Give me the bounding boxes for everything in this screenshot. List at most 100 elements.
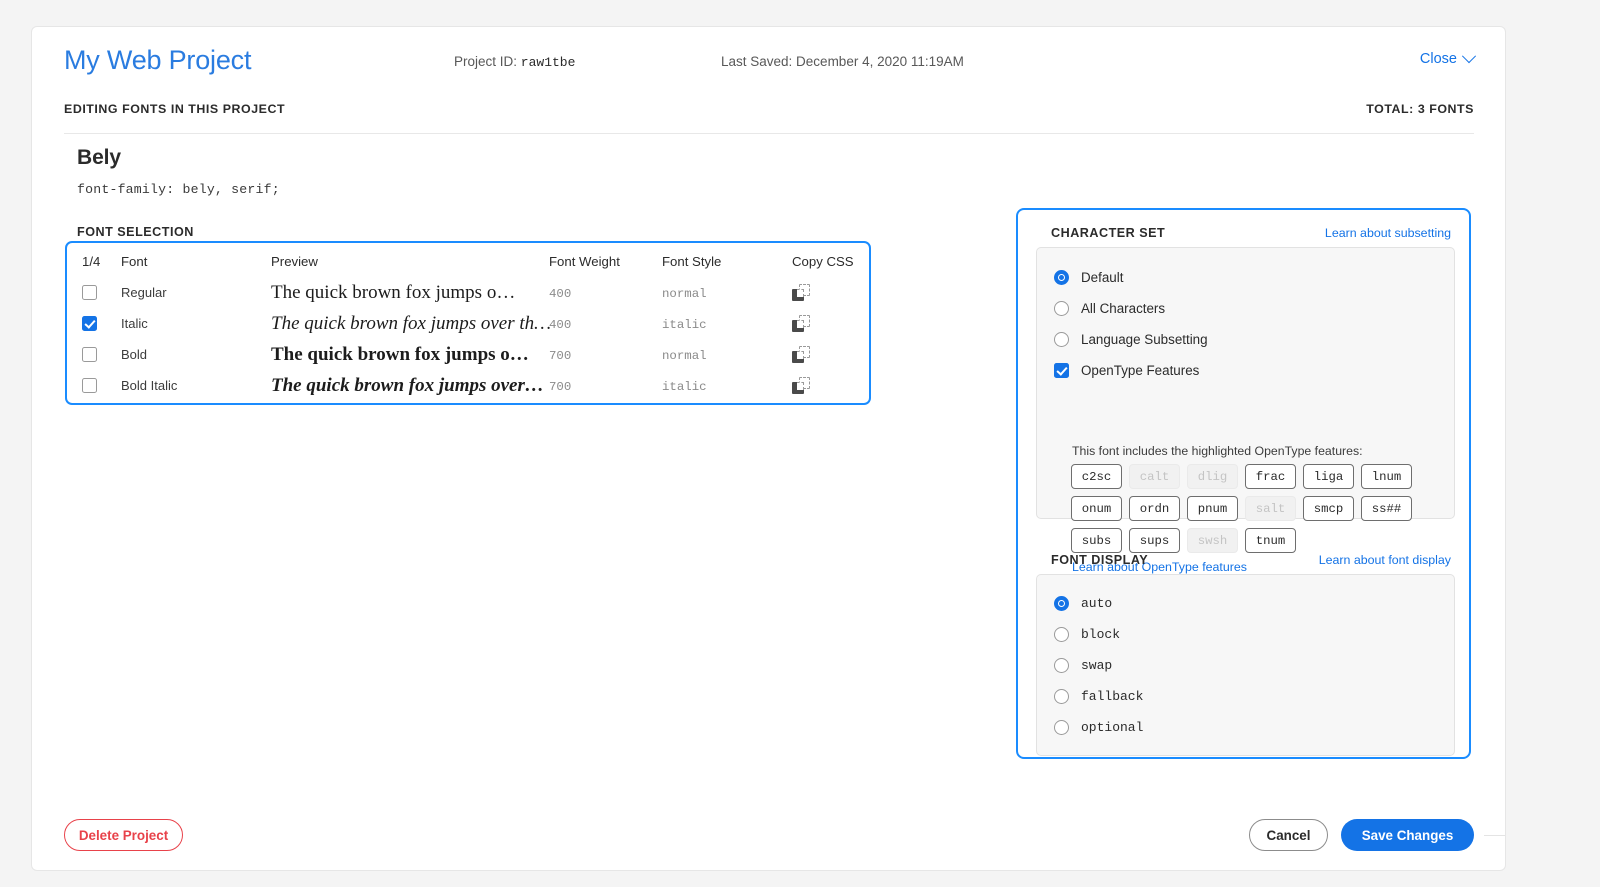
radio-icon xyxy=(1054,270,1069,285)
table-row: Bold The quick brown fox jumps o… 700 no… xyxy=(67,339,869,370)
display-option-fallback[interactable]: fallback xyxy=(1054,681,1143,712)
row-style: italic xyxy=(662,379,707,394)
row-checkbox-regular[interactable] xyxy=(82,285,97,300)
row-weight: 700 xyxy=(549,348,572,363)
row-weight: 700 xyxy=(549,379,572,394)
col-preview: Preview xyxy=(271,253,318,269)
table-row: Bold Italic The quick brown fox jumps ov… xyxy=(67,370,869,401)
settings-panel: CHARACTER SET Learn about subsetting Def… xyxy=(1016,208,1471,759)
option-label: fallback xyxy=(1081,689,1144,704)
total-fonts-label: TOTAL: 3 FONTS xyxy=(1366,102,1474,116)
radio-icon xyxy=(1054,658,1069,673)
col-copy-css: Copy CSS xyxy=(792,253,854,269)
project-id: Project ID: raw1tbe xyxy=(454,54,575,70)
row-preview: The quick brown fox jumps over… xyxy=(271,374,544,396)
editing-fonts-label: EDITING FONTS IN THIS PROJECT xyxy=(64,102,286,116)
opentype-tag[interactable]: c2sc xyxy=(1071,464,1122,489)
opentype-tag[interactable]: tnum xyxy=(1245,528,1296,553)
radio-icon xyxy=(1054,627,1069,642)
table-header-row: 1/4 Font Preview Font Weight Font Style … xyxy=(67,243,869,277)
opentype-tag[interactable]: liga xyxy=(1303,464,1354,489)
row-weight: 400 xyxy=(549,317,572,332)
opentype-tag[interactable]: dlig xyxy=(1187,464,1238,489)
opentype-tag[interactable]: swsh xyxy=(1187,528,1238,553)
display-option-block[interactable]: block xyxy=(1054,619,1143,650)
table-row: Regular The quick brown fox jumps o… 400… xyxy=(67,277,869,308)
option-label: All Characters xyxy=(1081,301,1166,316)
display-option-optional[interactable]: optional xyxy=(1054,712,1143,743)
opentype-tag[interactable]: smcp xyxy=(1303,496,1354,521)
row-preview: The quick brown fox jumps over th… xyxy=(271,312,552,334)
save-changes-button[interactable]: Save Changes xyxy=(1341,819,1474,851)
copy-css-icon[interactable] xyxy=(792,284,810,301)
option-all-characters[interactable]: All Characters xyxy=(1054,293,1208,324)
radio-icon xyxy=(1054,720,1069,735)
copy-css-icon[interactable] xyxy=(792,315,810,332)
opentype-tag[interactable]: salt xyxy=(1245,496,1296,521)
row-checkbox-bold[interactable] xyxy=(82,347,97,362)
app-background: My Web Project Project ID: raw1tbe Last … xyxy=(0,0,1600,887)
option-opentype-features[interactable]: OpenType Features xyxy=(1054,355,1208,386)
learn-about-subsetting-link[interactable]: Learn about subsetting xyxy=(1325,226,1451,240)
col-count: 1/4 xyxy=(82,253,101,269)
opentype-tag[interactable]: pnum xyxy=(1187,496,1238,521)
close-button[interactable]: Close xyxy=(1419,49,1477,67)
table-row: Italic The quick brown fox jumps over th… xyxy=(67,308,869,339)
row-font-name: Regular xyxy=(121,284,167,300)
option-label: block xyxy=(1081,627,1121,642)
row-style: italic xyxy=(662,317,707,332)
font-display-title: FONT DISPLAY xyxy=(1051,553,1149,567)
col-font: Font xyxy=(121,253,148,269)
option-label: Language Subsetting xyxy=(1081,332,1208,347)
opentype-tag[interactable]: ordn xyxy=(1129,496,1180,521)
radio-icon xyxy=(1054,596,1069,611)
row-style: normal xyxy=(662,348,707,363)
row-font-name: Italic xyxy=(121,315,148,331)
opentype-tag[interactable]: onum xyxy=(1071,496,1122,521)
project-card: My Web Project Project ID: raw1tbe Last … xyxy=(31,26,1506,871)
project-id-value: raw1tbe xyxy=(520,55,576,70)
opentype-tag-grid: c2sc calt dlig frac liga lnum onum ordn … xyxy=(1071,464,1421,553)
option-label: auto xyxy=(1081,596,1113,611)
footer-divider xyxy=(1484,835,1505,836)
row-weight: 400 xyxy=(549,286,572,301)
font-selection-label: FONT SELECTION xyxy=(77,225,194,239)
opentype-tag[interactable]: calt xyxy=(1129,464,1180,489)
radio-icon xyxy=(1054,689,1069,704)
page-title: My Web Project xyxy=(64,45,252,75)
project-id-label: Project ID: xyxy=(454,54,518,69)
opentype-tag[interactable]: sups xyxy=(1129,528,1180,553)
opentype-tag[interactable]: subs xyxy=(1071,528,1122,553)
row-font-name: Bold xyxy=(121,346,148,362)
display-option-swap[interactable]: swap xyxy=(1054,650,1143,681)
opentype-tag[interactable]: lnum xyxy=(1361,464,1412,489)
option-default[interactable]: Default xyxy=(1054,262,1208,293)
checkbox-icon xyxy=(1054,363,1069,378)
option-label: optional xyxy=(1081,720,1144,735)
font-display-box: auto block swap fallback optional xyxy=(1036,574,1455,756)
chevron-down-icon xyxy=(1461,49,1477,64)
copy-css-icon[interactable] xyxy=(792,377,810,394)
last-saved-text: Last Saved: December 4, 2020 11:19AM xyxy=(721,54,964,69)
row-checkbox-italic[interactable] xyxy=(82,316,97,331)
display-option-auto[interactable]: auto xyxy=(1054,588,1143,619)
character-set-title: CHARACTER SET xyxy=(1051,226,1166,240)
copy-css-icon[interactable] xyxy=(792,346,810,363)
col-weight: Font Weight xyxy=(549,253,620,269)
option-language-subsetting[interactable]: Language Subsetting xyxy=(1054,324,1208,355)
font-family-name: Bely xyxy=(77,146,121,169)
learn-about-font-display-link[interactable]: Learn about font display xyxy=(1319,553,1451,567)
cancel-button[interactable]: Cancel xyxy=(1249,819,1328,851)
row-preview: The quick brown fox jumps o… xyxy=(271,281,516,303)
row-checkbox-bold-italic[interactable] xyxy=(82,378,97,393)
delete-project-button[interactable]: Delete Project xyxy=(64,819,183,851)
opentype-tag[interactable]: ss## xyxy=(1361,496,1412,521)
header: My Web Project Project ID: raw1tbe Last … xyxy=(32,27,1505,101)
opentype-note: This font includes the highlighted OpenT… xyxy=(1072,444,1363,458)
row-preview: The quick brown fox jumps o… xyxy=(271,343,529,365)
opentype-tag[interactable]: frac xyxy=(1245,464,1296,489)
radio-icon xyxy=(1054,301,1069,316)
font-family-css: font-family: bely, serif; xyxy=(77,182,280,197)
close-label: Close xyxy=(1419,51,1457,67)
character-set-box: Default All Characters Language Subsetti… xyxy=(1036,247,1455,574)
